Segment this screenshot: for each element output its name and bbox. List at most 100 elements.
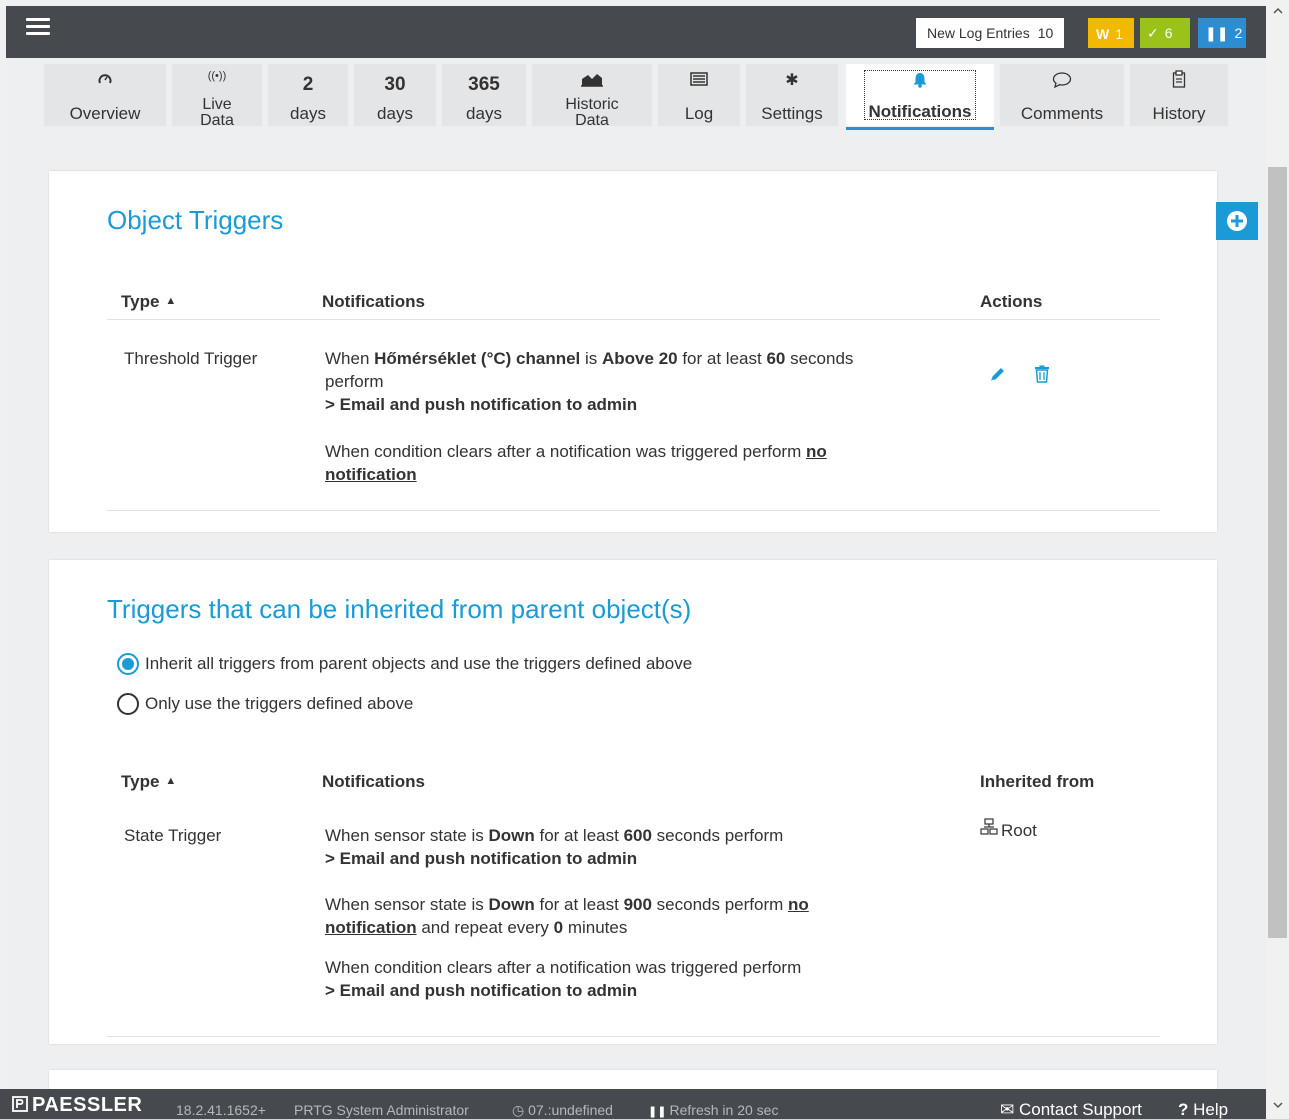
no-notification-link[interactable]: no	[788, 895, 809, 914]
tab-365-days-label: days	[466, 104, 502, 123]
active-tab-indicator	[846, 127, 994, 130]
tab-historic-data[interactable]: Historic Data	[532, 64, 652, 129]
radio-only-defined-label: Only use the triggers defined above	[145, 694, 414, 713]
version-text: 18.2.41.1652+	[176, 1102, 266, 1118]
radio-inherit-all[interactable]: Inherit all triggers from parent objects…	[117, 653, 692, 675]
pause-icon: ❚❚	[1205, 25, 1229, 41]
pencil-icon[interactable]	[989, 365, 1007, 388]
tab-history[interactable]: History	[1130, 64, 1228, 126]
text-segment: for at least	[677, 349, 767, 368]
col-notifications-header: Notifications	[322, 292, 425, 311]
no-notification-link[interactable]: no	[806, 442, 827, 461]
inherited-trigger-block-2: When sensor state is Down for at least 9…	[325, 893, 945, 939]
inherited-trigger-type: State Trigger	[124, 826, 222, 845]
question-icon: ?	[1178, 1100, 1189, 1119]
inherited-col-notifications-header: Notifications	[322, 772, 425, 791]
inherited-trigger-block-1: When sensor state is Down for at least 6…	[325, 824, 945, 870]
tab-2-days-label: days	[290, 104, 326, 123]
no-notification-link[interactable]: notification	[325, 465, 417, 484]
inherited-col-type-header[interactable]: Type ▲	[121, 772, 176, 792]
object-triggers-title: Object Triggers	[107, 205, 284, 235]
text-segment: When sensor state is	[325, 826, 489, 845]
paessler-logo-text: PAESSLER	[32, 1094, 143, 1116]
menu-icon[interactable]	[26, 18, 50, 38]
tab-live-data-label: Live Data	[172, 97, 262, 129]
gauge-icon	[44, 72, 166, 88]
help-label: Help	[1193, 1100, 1229, 1119]
paessler-logo-icon	[12, 1095, 28, 1118]
no-notification-link[interactable]: notification	[325, 918, 417, 937]
user-text: PRTG System Administrator	[294, 1102, 469, 1118]
tab-historic-data-label-1: Historic	[565, 96, 619, 113]
tab-365-days-num: 365	[468, 74, 500, 95]
sort-ascending-icon: ▲	[165, 775, 177, 787]
tab-live-data-label-2: Data	[200, 112, 234, 129]
channel-name: Hőmérséklet (°C) channel	[374, 349, 581, 368]
tab-log-label: Log	[684, 104, 714, 123]
radio-only-defined[interactable]: Only use the triggers defined above	[117, 693, 413, 715]
inherited-trigger-block-3: When condition clears after a notificati…	[325, 956, 945, 1002]
refresh-value: Refresh in 20 sec	[669, 1102, 779, 1118]
help-link[interactable]: ? Help	[1178, 1100, 1228, 1119]
tab-settings[interactable]: ✱ Settings	[746, 64, 838, 126]
object-triggers-card: Object Triggers Type ▲ Notifications Acti…	[49, 171, 1217, 532]
inherited-col-type-label: Type	[121, 772, 160, 791]
new-log-entries-label: New Log Entries	[927, 25, 1030, 41]
text-segment: When sensor state is	[325, 895, 489, 914]
row-divider	[107, 1036, 1160, 1037]
row-divider	[107, 510, 1160, 511]
add-trigger-button[interactable]	[1216, 202, 1258, 240]
sensor-state: Down	[488, 895, 535, 914]
text-segment: is	[580, 349, 603, 368]
radio-inherit-all-button[interactable]	[117, 653, 139, 675]
header-divider	[107, 319, 1160, 320]
text-segment: seconds	[785, 349, 854, 368]
text-segment: perform	[325, 372, 384, 391]
scrollbar-thumb[interactable]	[1268, 167, 1287, 938]
tab-log[interactable]: Log	[658, 64, 740, 126]
trash-icon[interactable]	[1034, 365, 1050, 388]
tab-notifications[interactable]: Notifications	[846, 64, 994, 130]
footer-bar: PAESSLER 18.2.41.1652+ PRTG System Admin…	[0, 1089, 1266, 1119]
new-log-entries-button[interactable]: New Log Entries 10	[916, 18, 1065, 48]
vertical-scrollbar[interactable]	[1266, 0, 1289, 1119]
text-segment: When	[325, 349, 375, 368]
tab-historic-data-label: Historic Data	[532, 97, 652, 129]
text-segment: for at least	[534, 895, 624, 914]
tab-30-days-label: days	[377, 104, 413, 123]
notification-action: > Email and push notification to admin	[325, 981, 638, 1000]
tab-notifications-label: Notifications	[868, 102, 972, 121]
contact-support-link[interactable]: ✉ Contact Support	[1000, 1100, 1142, 1119]
refresh-text[interactable]: ❚❚ Refresh in 20 sec	[648, 1102, 778, 1118]
col-actions-header: Actions	[980, 292, 1043, 311]
warning-badge-label: W	[1096, 26, 1110, 42]
warning-badge[interactable]: W1	[1088, 18, 1134, 48]
comment-icon	[1000, 72, 1124, 91]
scroll-up-icon[interactable]	[1266, 4, 1289, 24]
ok-badge-count: 6	[1164, 25, 1173, 41]
scroll-down-icon[interactable]	[1266, 1098, 1289, 1118]
col-type-header[interactable]: Type ▲	[121, 292, 176, 312]
log-icon	[658, 72, 740, 89]
tab-overview[interactable]: Overview	[44, 64, 166, 126]
trigger-notification-text: When Hőmérséklet (°C) channel is Above 2…	[325, 347, 925, 416]
tab-comments-label: Comments	[1020, 104, 1104, 123]
history-icon	[1130, 70, 1228, 91]
radio-only-defined-button[interactable]	[117, 693, 139, 715]
chart-icon	[532, 71, 652, 90]
tab-history-label: History	[1152, 104, 1206, 123]
tab-30-days[interactable]: 30 days	[354, 64, 436, 126]
inherited-from-root[interactable]: Root	[980, 818, 1037, 842]
paused-badge[interactable]: ❚❚ 2	[1198, 18, 1246, 48]
bell-icon	[846, 72, 994, 91]
tab-comments[interactable]: Comments	[1000, 64, 1124, 126]
top-bar: New Log Entries 10 W1 ✓ 6 ❚❚ 2	[6, 6, 1266, 58]
tab-2-days[interactable]: 2 days	[268, 64, 348, 126]
ok-badge[interactable]: ✓ 6	[1140, 18, 1190, 48]
tab-365-days[interactable]: 365 days	[442, 64, 526, 126]
tab-30-days-num: 30	[384, 74, 406, 95]
tab-live-data[interactable]: ((•)) Live Data	[172, 64, 262, 129]
live-icon: ((•))	[207, 70, 227, 82]
text-segment: seconds perform	[651, 895, 789, 914]
text-segment: When condition clears after a notificati…	[325, 442, 806, 461]
